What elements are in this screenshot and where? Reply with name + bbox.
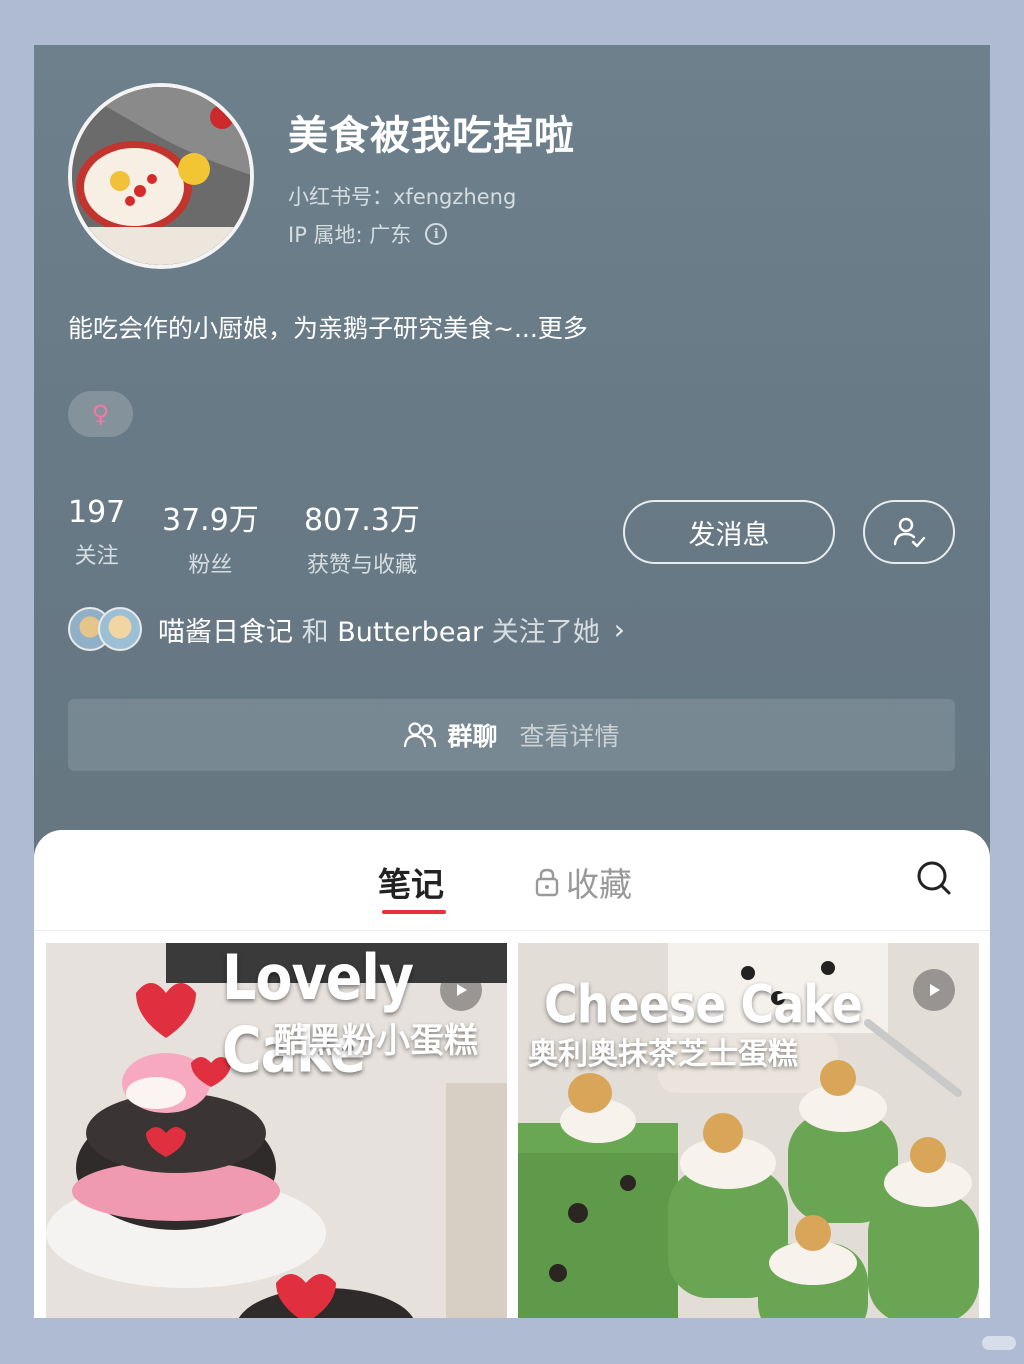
ip-location-row: IP 属地: 广东 i (288, 219, 448, 249)
ip-location: IP 属地: 广东 (288, 223, 412, 247)
stat-value: 37.9万 (162, 503, 259, 538)
divider (34, 930, 990, 931)
stat-label: 关注 (74, 544, 119, 569)
stat-followers[interactable]: 37.9万 粉丝 (162, 495, 259, 579)
group-chat-text: 群聊 (447, 722, 498, 751)
tab-active-indicator (382, 910, 446, 914)
bio[interactable]: 能吃会作的小厨娘，为亲鹅子研究美食~...更多 (68, 309, 588, 345)
stat-following[interactable]: 197 关注 (68, 495, 125, 570)
mutual-joiner: 和 (301, 616, 329, 648)
user-check-icon (893, 517, 926, 548)
mutual-suffix: 关注了她 (491, 616, 600, 648)
play-icon (930, 984, 940, 996)
tab-notes[interactable]: 笔记 (378, 858, 444, 906)
profile-screen: 美食被我吃掉啦 小红书号：xfengzheng IP 属地: 广东 i 能吃会作… (34, 45, 990, 1318)
post-card[interactable]: Lovely Cake 酷黑粉小蛋糕 (46, 943, 507, 1318)
stat-value: 807.3万 (304, 503, 420, 538)
avatar-image (72, 87, 250, 265)
avatar[interactable] (68, 83, 254, 269)
post-subtitle: 奥利奥抹茶芝士蛋糕 (528, 1037, 798, 1072)
red-id: 小红书号：xfengzheng (288, 185, 517, 209)
video-badge (913, 969, 955, 1011)
group-icon (404, 722, 437, 748)
tab-favorites[interactable]: 收藏 (534, 858, 632, 906)
post-card[interactable]: Cheese Cake 奥利奥抹茶芝士蛋糕 (518, 943, 979, 1318)
mutual-name: 喵酱日食记 (158, 616, 293, 648)
avatar (98, 607, 142, 651)
group-chat-bar[interactable]: 群聊 查看详情 (68, 699, 955, 771)
video-badge (440, 969, 482, 1011)
view-details-link[interactable]: 查看详情 (520, 717, 620, 753)
mutual-name: Butterbear (337, 616, 484, 648)
post-title: Cheese Cake (544, 972, 863, 1036)
follow-button[interactable] (863, 500, 955, 564)
info-icon[interactable]: i (425, 223, 448, 245)
search-icon (917, 861, 951, 895)
stat-label: 获赞与收藏 (306, 553, 417, 578)
mutual-follows-text: 喵酱日食记 和 Butterbear 关注了她 (158, 610, 600, 649)
play-icon (457, 984, 467, 996)
nickname: 美食被我吃掉啦 (288, 113, 575, 159)
stat-label: 粉丝 (188, 553, 233, 578)
female-icon: ♀ (91, 400, 110, 428)
send-message-button[interactable]: 发消息 (623, 500, 835, 564)
search-button[interactable] (914, 858, 954, 902)
post-subtitle: 酷黑粉小蛋糕 (274, 1021, 478, 1061)
scroll-indicator (982, 1336, 1016, 1350)
stat-value: 197 (68, 495, 126, 530)
stat-likes-collections[interactable]: 807.3万 获赞与收藏 (304, 495, 420, 579)
content-sheet: 笔记 收藏 Lovely Cake 酷黑粉小蛋糕 Cheese Cake 奥利奥… (34, 830, 990, 1318)
group-chat-label: 群聊 (403, 717, 498, 753)
tab-favorites-label: 收藏 (566, 865, 632, 904)
mutual-follows-row[interactable]: 喵酱日食记 和 Butterbear 关注了她 › (68, 603, 625, 655)
chevron-right-icon: › (613, 612, 625, 646)
lock-icon (535, 868, 559, 897)
gender-badge: ♀ (68, 391, 133, 437)
